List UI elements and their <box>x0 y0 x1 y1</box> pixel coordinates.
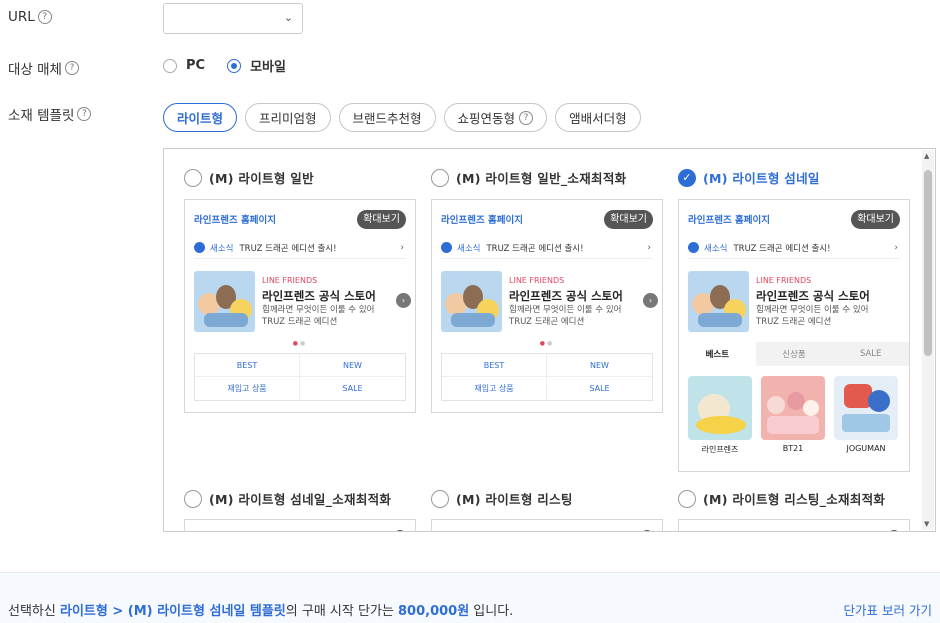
template-preview-card[interactable] <box>678 519 910 531</box>
scroll-up-icon[interactable]: ▲ <box>924 152 929 160</box>
scroll-thumb[interactable] <box>924 170 932 356</box>
price-summary-bar: 선택하신 라이트형 > (M) 라이트형 섬네일 템플릿의 구매 시작 단가는 … <box>0 572 940 623</box>
tab-brand-recommend[interactable]: 브랜드추천형 <box>338 103 436 132</box>
zoom-button[interactable]: 확대보기 <box>851 210 900 229</box>
zoom-button[interactable] <box>641 530 653 531</box>
product-image <box>194 271 255 332</box>
product-item: BT21 <box>761 376 825 453</box>
notice-bar: 새소식 TRUZ 드래곤 에디션 출시! › <box>441 237 653 259</box>
chevron-right-icon: › <box>894 242 898 253</box>
check-icon[interactable]: ✓ <box>678 168 696 187</box>
menu-grid: BEST NEW 재입고 상품 SALE <box>441 353 653 401</box>
panel-scrollbar[interactable]: ▲ ▼ <box>922 150 934 530</box>
menu-grid: BEST NEW 재입고 상품 SALE <box>194 353 406 401</box>
product-image <box>688 376 752 440</box>
template-preview-card[interactable] <box>184 519 416 531</box>
template-label: 소재 템플릿 ? <box>8 104 92 124</box>
scroll-down-icon[interactable]: ▼ <box>924 520 929 528</box>
radio-circle[interactable] <box>678 489 696 508</box>
template-preview-card[interactable]: 라인프렌즈 홈페이지 확대보기 새소식 TRUZ 드래곤 에디션 출시! › LIN… <box>184 199 416 413</box>
chevron-right-icon: › <box>400 242 404 253</box>
radio-circle[interactable] <box>184 168 202 187</box>
template-option-lite-listing[interactable]: (M) 라이트형 리스팅 <box>431 489 573 508</box>
media-radio-pc[interactable]: PC <box>163 58 205 73</box>
template-option-lite-thumbnail-optimized[interactable]: (M) 라이트형 섬네일_소재최적화 <box>184 489 391 508</box>
product-image <box>834 376 898 440</box>
help-icon[interactable]: ? <box>37 10 52 24</box>
zoom-button[interactable]: 확대보기 <box>357 210 406 229</box>
template-type-tabs: 라이트형 프리미엄형 브랜드추천형 쇼핑연동형? 앰배서더형 <box>163 103 641 132</box>
tab-premium[interactable]: 프리미엄형 <box>245 103 331 132</box>
radio-circle[interactable] <box>431 489 449 508</box>
chevron-right-icon: › <box>647 242 651 253</box>
notice-bar: 새소식 TRUZ 드래곤 에디션 출시! › <box>194 237 406 259</box>
chevron-down-icon: ⌄ <box>283 11 293 24</box>
url-label: URL ? <box>8 9 52 25</box>
radio-circle[interactable] <box>163 58 177 73</box>
tab-shopping-linked[interactable]: 쇼핑연동형? <box>443 103 548 132</box>
radio-circle-selected[interactable] <box>227 58 242 73</box>
media-radio-mobile[interactable]: 모바일 <box>227 56 286 75</box>
template-preview-card[interactable]: 라인프렌즈 홈페이지 확대보기 새소식 TRUZ 드래곤 에디션 출시! › LIN… <box>678 199 910 472</box>
template-option-lite-thumbnail[interactable]: ✓ (M) 라이트형 섬네일 <box>678 168 820 187</box>
product-item: 라인프렌즈 <box>688 376 752 455</box>
help-icon[interactable]: ? <box>519 110 534 125</box>
carousel-dots: ●● <box>292 340 308 347</box>
help-icon[interactable]: ? <box>64 61 79 75</box>
product-tabs: 베스트 신상품 SALE <box>679 342 909 366</box>
zoom-button[interactable]: 확대보기 <box>604 210 653 229</box>
template-option-lite-basic-optimized[interactable]: (M) 라이트형 일반_소재최적화 <box>431 168 626 187</box>
tab-lite[interactable]: 라이트형 <box>163 103 238 132</box>
media-label: 대상 매체 ? <box>8 58 79 78</box>
price-summary-text: 선택하신 라이트형 > (M) 라이트형 섬네일 템플릿의 구매 시작 단가는 … <box>8 604 514 619</box>
url-select[interactable]: ⌄ <box>163 3 303 34</box>
notice-icon <box>441 242 452 253</box>
notice-bar: 새소식 TRUZ 드래곤 에디션 출시! › <box>688 237 900 259</box>
next-arrow-icon: › <box>643 293 658 308</box>
product-image <box>441 271 502 332</box>
price-table-link[interactable]: 단가표 보러 가기 <box>844 600 932 619</box>
next-arrow-icon: › <box>396 293 411 308</box>
product-item: JOGUMAN <box>834 376 898 453</box>
zoom-button[interactable] <box>394 530 406 531</box>
tab-ambassador[interactable]: 앰배서더형 <box>555 103 641 132</box>
notice-icon <box>194 242 205 253</box>
zoom-button[interactable] <box>888 530 900 531</box>
template-option-lite-basic[interactable]: (M) 라이트형 일반 <box>184 168 314 187</box>
product-image <box>688 271 749 332</box>
carousel-dots: ●● <box>539 340 555 347</box>
media-radio-group: PC 모바일 <box>163 56 286 75</box>
radio-circle[interactable] <box>431 168 449 187</box>
template-option-lite-listing-optimized[interactable]: (M) 라이트형 리스팅_소재최적화 <box>678 489 885 508</box>
notice-icon <box>688 242 699 253</box>
product-image <box>761 376 825 440</box>
radio-circle[interactable] <box>184 489 202 508</box>
help-icon[interactable]: ? <box>77 107 92 121</box>
template-preview-card[interactable] <box>431 519 663 531</box>
template-panel: (M) 라이트형 일반 (M) 라이트형 일반_소재최적화 ✓ (M) 라이트형 … <box>163 148 936 532</box>
template-preview-card[interactable]: 라인프렌즈 홈페이지 확대보기 새소식 TRUZ 드래곤 에디션 출시! › LIN… <box>431 199 663 413</box>
